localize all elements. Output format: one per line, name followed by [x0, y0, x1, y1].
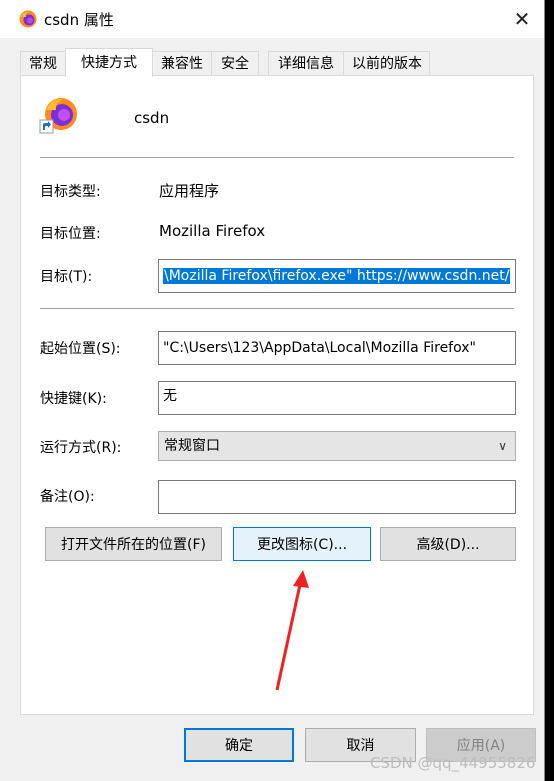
chevron-down-icon: ∨ [498, 439, 507, 453]
firefox-icon [19, 10, 37, 28]
watermark: CSDN @qq_44955826 [370, 754, 536, 772]
tab-details[interactable]: 详细信息 [268, 51, 344, 76]
target-input-text: \Mozilla Firefox\firefox.exe" https://ww… [163, 268, 511, 284]
tab-general[interactable]: 常规 [20, 51, 66, 76]
comment-input[interactable] [158, 480, 516, 514]
target-input[interactable]: \Mozilla Firefox\firefox.exe" https://ww… [158, 259, 516, 293]
tab-compatibility[interactable]: 兼容性 [152, 51, 212, 76]
advanced-button[interactable]: 高级(D)... [380, 527, 516, 561]
change-icon-button[interactable]: 更改图标(C)... [233, 527, 371, 561]
target-location-label: 目标位置: [40, 226, 101, 242]
close-button[interactable]: ✕ [500, 0, 544, 38]
divider [40, 157, 514, 158]
ok-button[interactable]: 确定 [184, 728, 294, 762]
comment-label: 备注(O): [40, 489, 95, 505]
shortcut-panel: csdn 目标类型: 应用程序 目标位置: Mozilla Firefox 目标… [20, 75, 534, 715]
firefox-shortcut-icon [39, 98, 77, 134]
hotkey-label: 快捷键(K): [40, 391, 107, 407]
target-label: 目标(T): [40, 269, 93, 285]
run-label: 运行方式(R): [40, 440, 122, 456]
window-title: csdn 属性 [44, 11, 114, 29]
target-type-label: 目标类型: [40, 184, 101, 200]
title-bar: csdn 属性 ✕ [0, 0, 544, 38]
tab-previous-versions[interactable]: 以前的版本 [343, 51, 430, 76]
shortcut-name: csdn [134, 109, 170, 127]
run-select[interactable]: 常规窗口 ∨ [158, 431, 516, 461]
tab-security[interactable]: 安全 [211, 51, 259, 76]
open-file-location-button[interactable]: 打开文件所在的位置(F) [45, 527, 222, 561]
target-type-value: 应用程序 [159, 182, 220, 200]
run-select-value: 常规窗口 [164, 438, 220, 454]
start-in-input[interactable]: "C:\Users\123\AppData\Local\Mozilla Fire… [158, 331, 516, 365]
hotkey-input[interactable]: 无 [158, 381, 516, 415]
tab-shortcut[interactable]: 快捷方式 [65, 48, 153, 77]
start-in-label: 起始位置(S): [40, 341, 121, 357]
close-icon: ✕ [513, 7, 531, 31]
properties-window: csdn 属性 ✕ 常规 快捷方式 兼容性 安全 详细信息 以前的版本 csdn… [0, 0, 545, 781]
target-location-value: Mozilla Firefox [159, 222, 266, 240]
divider [40, 308, 514, 309]
